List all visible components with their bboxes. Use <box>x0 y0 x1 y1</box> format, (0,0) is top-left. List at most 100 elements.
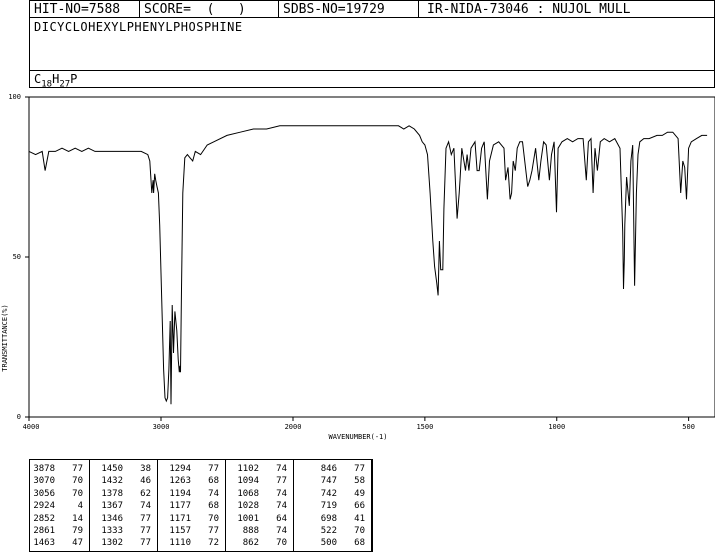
x-tick-label: 1500 <box>416 423 433 431</box>
peak-wavenumber: 747 <box>320 476 337 487</box>
formula-p: P <box>70 72 78 86</box>
axis-ticks: 4000 3000 2000 1500 1000 500 0 50 100 <box>8 93 695 431</box>
peak-row: 1177 68 <box>158 500 225 512</box>
peak-transmittance: 14 <box>72 513 83 524</box>
ir-nida-info: IR-NIDA-73046 : NUJOL MULL <box>427 2 631 17</box>
peak-row: 1294 77 <box>158 463 225 475</box>
peak-wavenumber: 1450 <box>101 464 123 474</box>
sdbs-number: SDBS-NO=19729 <box>279 1 419 18</box>
peak-column: 846 77 747 58 742 49 719 66 698 41 522 70 500 68 <box>294 460 372 551</box>
x-tick-label: 500 <box>682 423 695 431</box>
peak-wavenumber: 522 <box>320 526 337 536</box>
peak-row: 742 49 <box>294 488 371 500</box>
score-field: SCORE= ( ) <box>140 1 279 18</box>
peak-row: 522 70 <box>294 525 371 537</box>
peak-transmittance: 74 <box>276 501 287 512</box>
peak-transmittance: 70 <box>354 526 365 536</box>
peak-transmittance: 74 <box>208 488 219 499</box>
peak-wavenumber: 719 <box>320 501 337 512</box>
peak-transmittance: 68 <box>208 476 219 487</box>
peak-wavenumber: 500 <box>320 538 337 549</box>
peak-row: 1102 74 <box>226 463 293 475</box>
peak-row: 719 66 <box>294 500 371 512</box>
peak-row: 500 68 <box>294 537 371 549</box>
peak-wavenumber: 2861 <box>33 526 55 536</box>
compound-name-box: DICYCLOHEXYLPHENYLPHOSPHINE <box>29 17 715 71</box>
peak-transmittance: 77 <box>208 464 219 474</box>
peak-transmittance: 77 <box>276 476 287 487</box>
peak-transmittance: 64 <box>276 513 287 524</box>
peak-transmittance: 74 <box>276 464 287 474</box>
peak-wavenumber: 3056 <box>33 488 55 499</box>
x-tick-label: 1000 <box>548 423 565 431</box>
peak-wavenumber: 698 <box>320 513 337 524</box>
peak-transmittance: 49 <box>354 488 365 499</box>
peak-wavenumber: 1302 <box>101 538 123 549</box>
peak-wavenumber: 1110 <box>169 538 191 549</box>
peak-row: 1171 70 <box>158 513 225 525</box>
formula-box: C18H27P <box>29 70 715 89</box>
peak-row: 747 58 <box>294 475 371 487</box>
peak-transmittance: 77 <box>140 513 151 524</box>
peak-row: 1110 72 <box>158 537 225 549</box>
peak-transmittance: 70 <box>72 476 83 487</box>
peak-column: 1450 38 1432 46 1378 62 1367 74 1346 77 1333 77 1302… <box>90 460 158 551</box>
peak-transmittance: 66 <box>354 501 365 512</box>
y-tick-label: 100 <box>8 93 21 101</box>
ir-spectrum-chart: 4000 3000 2000 1500 1000 500 0 50 100 WAVENUMBER… <box>1 93 715 441</box>
peak-wavenumber: 3070 <box>33 476 55 487</box>
peak-transmittance: 58 <box>354 476 365 487</box>
peak-transmittance: 79 <box>72 526 83 536</box>
peak-row: 862 70 <box>226 537 293 549</box>
peak-transmittance: 68 <box>208 501 219 512</box>
peak-transmittance: 70 <box>208 513 219 524</box>
peak-wavenumber: 2852 <box>33 513 55 524</box>
peak-wavenumber: 1294 <box>169 464 191 474</box>
peak-column: 3878 77 3070 70 3056 70 2924 4 2852 14 2861 79 1463 4… <box>30 460 90 551</box>
peak-wavenumber: 1378 <box>101 488 123 499</box>
peak-transmittance: 41 <box>354 513 365 524</box>
peak-row: 1001 64 <box>226 513 293 525</box>
peak-wavenumber: 1068 <box>237 488 259 499</box>
peak-wavenumber: 1094 <box>237 476 259 487</box>
hit-number: HIT-NO=7588 <box>30 1 140 18</box>
x-tick-label: 2000 <box>285 423 302 431</box>
peak-transmittance: 46 <box>140 476 151 487</box>
peak-wavenumber: 1346 <box>101 513 123 524</box>
peak-row: 2924 4 <box>30 500 89 512</box>
peak-transmittance: 4 <box>77 501 83 512</box>
peak-wavenumber: 1102 <box>237 464 259 474</box>
peak-wavenumber: 1157 <box>169 526 191 536</box>
peak-row: 888 74 <box>226 525 293 537</box>
peak-row: 1378 62 <box>90 488 157 500</box>
peak-row: 1463 47 <box>30 537 89 549</box>
peak-wavenumber: 888 <box>242 526 259 536</box>
peak-row: 3070 70 <box>30 475 89 487</box>
peak-wavenumber: 2924 <box>33 501 55 512</box>
peak-transmittance: 77 <box>140 538 151 549</box>
x-axis-label: WAVENUMBER(-1) <box>328 433 387 441</box>
peak-row: 1346 77 <box>90 513 157 525</box>
x-tick-label: 4000 <box>23 423 40 431</box>
peak-row: 1432 46 <box>90 475 157 487</box>
peak-transmittance: 74 <box>276 488 287 499</box>
peak-row: 1450 38 <box>90 463 157 475</box>
peak-row: 1302 77 <box>90 537 157 549</box>
peak-wavenumber: 3878 <box>33 464 55 474</box>
peak-transmittance: 74 <box>140 501 151 512</box>
peak-wavenumber: 1432 <box>101 476 123 487</box>
peak-row: 1263 68 <box>158 475 225 487</box>
peak-row: 1028 74 <box>226 500 293 512</box>
peak-wavenumber: 1001 <box>237 513 259 524</box>
peak-transmittance: 77 <box>72 464 83 474</box>
peak-wavenumber: 1171 <box>169 513 191 524</box>
peak-transmittance: 72 <box>208 538 219 549</box>
peak-transmittance: 77 <box>208 526 219 536</box>
peak-wavenumber: 1177 <box>169 501 191 512</box>
plot-frame <box>28 96 715 418</box>
y-tick-label: 50 <box>13 253 21 261</box>
peak-row: 1367 74 <box>90 500 157 512</box>
peak-row: 1157 77 <box>158 525 225 537</box>
y-axis-label: TRANSMITTANCE(%) <box>1 304 9 371</box>
peak-wavenumber: 1194 <box>169 488 191 499</box>
